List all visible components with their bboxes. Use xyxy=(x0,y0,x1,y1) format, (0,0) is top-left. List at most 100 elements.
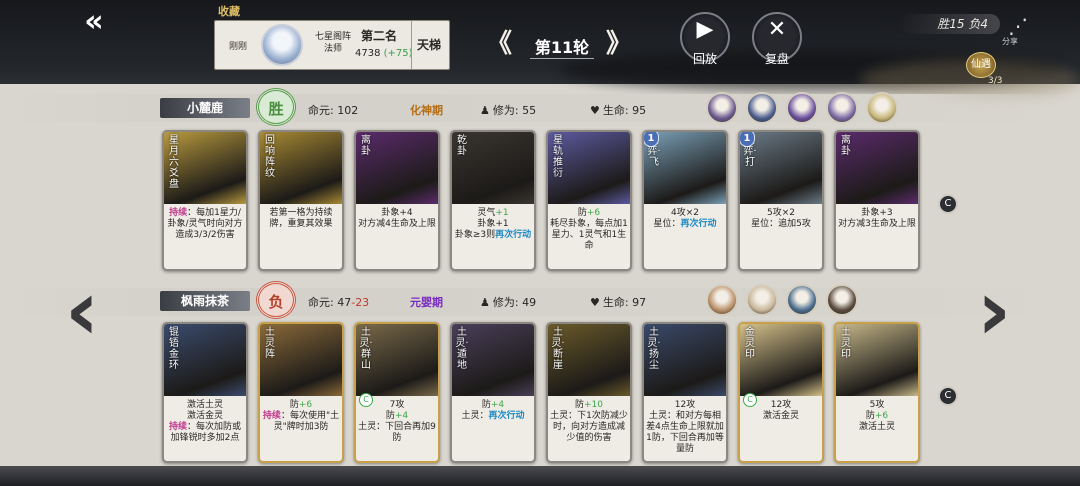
skill-card[interactable]: 星轨推衍 防+6 耗尽卦象，每点加1星力、1灵气和1生命 xyxy=(546,130,632,271)
replay-button[interactable]: ▶ 回放 xyxy=(680,12,730,66)
back-arrow-icon[interactable]: « xyxy=(72,7,116,37)
skill-card[interactable]: 锟铻金环 激活土灵 激活金灵 持续：每次加防或加锋锐时多加2点 xyxy=(162,322,248,463)
card-description: 12攻 土灵：和对方每相差4点生命上限就加1防，下回合再加等量防 xyxy=(646,400,724,455)
card-description: 4攻×2 星位：再次行动 xyxy=(646,208,724,230)
skill-card[interactable]: 土灵阵 防+6 持续：每次使用"土灵"牌时加3防 xyxy=(258,322,344,463)
life-value: 47 xyxy=(337,296,352,309)
card-name: 星月六爻盘 xyxy=(169,135,179,190)
companion-avatar[interactable] xyxy=(786,284,818,316)
chevron-left-icon[interactable]: 《 xyxy=(486,31,512,57)
card-description: 防+6 持续：每次使用"土灵"牌时加3防 xyxy=(262,400,340,433)
realm-label: 元婴期 xyxy=(410,296,443,309)
skill-card[interactable]: 回响阵纹 若第一格为持续牌，重复其效果 xyxy=(258,130,344,271)
card-text: 5攻×2 xyxy=(767,208,795,218)
life-stat: 命元: 102 xyxy=(308,102,358,118)
win-loss-record: 胜15 负4 xyxy=(900,14,1000,34)
play-icon: ▶ xyxy=(696,17,714,42)
skill-card[interactable]: 星弈·打15攻×2星位：追加5攻 xyxy=(738,130,824,271)
life-value: 102 xyxy=(337,104,359,117)
card-description: 5攻 防+6 激活土灵 xyxy=(838,400,916,433)
rank-label: 第二名 xyxy=(361,29,398,43)
card-text: +6 xyxy=(586,208,601,218)
previous-round-arrow[interactable]: ‹ xyxy=(56,260,108,360)
card-text: +4 xyxy=(394,411,409,421)
card-text: +6 xyxy=(874,411,889,421)
card-text: 持续 xyxy=(168,422,187,432)
cultivation-value: 修为: 55 xyxy=(492,104,537,117)
hp-stat: ♥ 生命: 97 xyxy=(590,294,646,310)
card-text: 再次行动 xyxy=(495,230,532,240)
round-title: 第11轮 xyxy=(530,34,594,59)
realm-label: 化神期 xyxy=(410,104,443,117)
card-text: 卦象+4 xyxy=(381,208,413,218)
card-text: +6 xyxy=(298,400,313,410)
card-text: ：每次使用"土灵"牌时加3防 xyxy=(273,411,340,432)
card-text: 4攻×2 xyxy=(671,208,699,218)
companion-avatar[interactable] xyxy=(786,92,818,124)
skill-card[interactable]: 土灵·遁地防+4 土灵：再次行动 xyxy=(450,322,536,463)
card-text: 12攻 xyxy=(674,400,696,410)
collect-label[interactable]: 收藏 xyxy=(218,3,240,19)
card-text: 对方减3生命及上限 xyxy=(838,219,916,229)
player-name: 小麓鹿 xyxy=(160,98,250,118)
skill-card[interactable]: 金灵印 C 12攻 激活金灵 xyxy=(738,322,824,463)
replay-label: 回放 xyxy=(692,52,717,66)
card-text: 灵气 xyxy=(477,208,496,218)
card-text: 对方减4生命及上限 xyxy=(358,219,436,229)
card-description: 7攻 防+4 土灵：下回合再加9防 xyxy=(358,400,436,444)
card-name: 离卦 xyxy=(841,135,851,157)
next-round-arrow[interactable]: › xyxy=(968,260,1020,360)
card-name: 土灵印 xyxy=(841,327,851,360)
review-button[interactable]: ✕ 复盘 xyxy=(752,12,802,66)
companion-avatar[interactable] xyxy=(826,284,858,316)
card-text: 持续 xyxy=(169,208,188,218)
card-text: 防 xyxy=(385,411,395,421)
card-text: 防 xyxy=(865,411,875,421)
skill-card[interactable]: 离卦卦象+4 对方减4生命及上限 xyxy=(354,130,440,271)
skill-card[interactable]: 土灵·扬尘 12攻 土灵：和对方每相差4点生命上限就加1防，下回合再加等量防 xyxy=(642,322,728,463)
time-label: 刚刚 xyxy=(229,42,248,52)
companion-avatar[interactable] xyxy=(706,284,738,316)
copy-icon[interactable]: C xyxy=(938,386,958,406)
card-description: 防+4 土灵：再次行动 xyxy=(454,400,532,422)
quest-badge[interactable]: 仙遇 xyxy=(966,52,996,78)
skill-card[interactable]: 乾卦 灵气+1 卦象+1 卦象≥3则再次行动 xyxy=(450,130,536,271)
card-description: 12攻 激活金灵 xyxy=(742,400,820,422)
cultivation-stat: ♟ 修为: 55 xyxy=(480,102,536,118)
skill-card[interactable]: 土灵·断崖 防+10 土灵：下1次防减少时，向对方造成减少值的伤害 xyxy=(546,322,632,463)
card-name: 回响阵纹 xyxy=(265,135,275,179)
card-text: 12攻 xyxy=(770,400,792,410)
card-text: 5攻 xyxy=(869,400,885,410)
card-text: 星位： xyxy=(653,219,681,229)
companion-avatar[interactable] xyxy=(866,92,898,124)
card-text: 激活土灵 xyxy=(186,400,223,410)
copy-icon[interactable]: C xyxy=(938,194,958,214)
companion-avatar[interactable] xyxy=(706,92,738,124)
card-name: 土灵·扬尘 xyxy=(647,327,661,371)
skill-card[interactable]: 星弈·飞14攻×2星位：再次行动 xyxy=(642,130,728,271)
card-name: 土灵·遁地 xyxy=(455,327,469,371)
hp-stat: ♥ 生命: 95 xyxy=(590,102,646,118)
skill-card[interactable]: 离卦 卦象+3 对方减3生命及上限 xyxy=(834,130,920,271)
skill-card[interactable]: 土灵·群山 C 7攻 防+4 土灵：下回合再加9防 xyxy=(354,322,440,463)
card-text: 防 xyxy=(574,400,584,410)
companion-avatar[interactable] xyxy=(826,92,858,124)
card-text: 激活金灵 xyxy=(762,411,799,421)
score-label: 4738 (+75) xyxy=(355,48,413,59)
companion-avatar[interactable] xyxy=(746,284,778,316)
win-seal: 胜 xyxy=(256,88,296,126)
card-description: 卦象+4 对方减4生命及上限 xyxy=(358,208,436,230)
card-name: 离卦 xyxy=(361,135,371,157)
skill-card[interactable]: 土灵印 5攻 防+6 激活土灵 xyxy=(834,322,920,463)
card-name: 乾卦 xyxy=(457,135,467,157)
card-text: 防 xyxy=(289,400,299,410)
avatar xyxy=(261,24,303,66)
chevron-right-icon[interactable]: 》 xyxy=(606,31,632,57)
card-text: 土灵：下1次防减少时，向对方造成减少值的伤害 xyxy=(550,411,628,443)
level-badge: 1 xyxy=(644,132,659,147)
life-stat: 命元: 47-23 xyxy=(308,294,369,310)
divider xyxy=(411,21,412,69)
companion-avatar[interactable] xyxy=(746,92,778,124)
skill-card[interactable]: 星月六爻盘 持续：每加1星力/卦象/灵气时向对方造成3/3/2伤害 xyxy=(162,130,248,271)
cultivation-value: 修为: 49 xyxy=(492,296,537,309)
